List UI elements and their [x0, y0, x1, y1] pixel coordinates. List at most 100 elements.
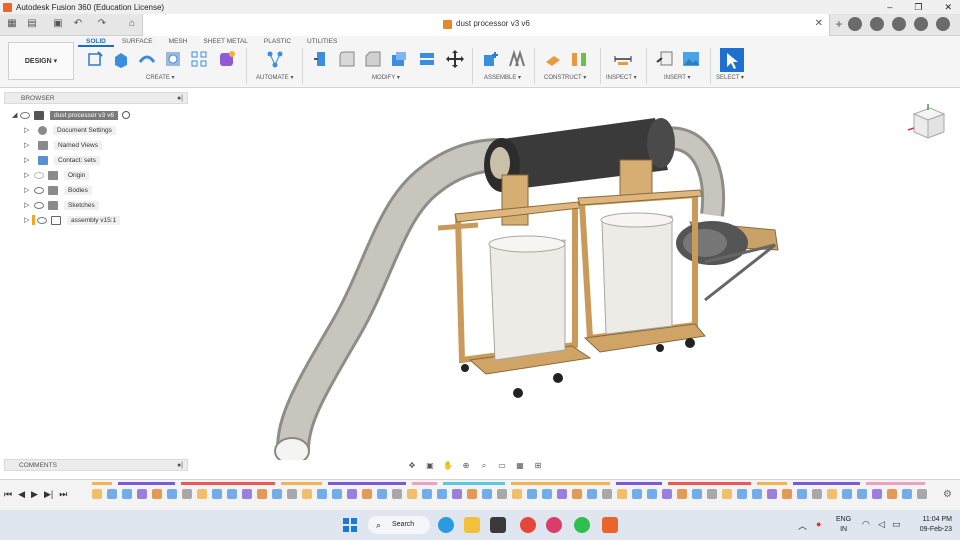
app-grid-icon[interactable]: ▦	[6, 18, 18, 30]
browser-item-contact-sets[interactable]: ▷ Contact: sets	[24, 154, 100, 166]
expand-arrow-icon[interactable]: ▷	[24, 171, 32, 179]
file-explorer-icon[interactable]	[464, 517, 480, 533]
timeline-feature[interactable]	[227, 489, 237, 499]
visibility-eye-icon[interactable]	[37, 216, 47, 224]
avatar[interactable]	[936, 17, 950, 31]
tab-solid[interactable]: SOLID	[78, 37, 114, 47]
extensions-icon[interactable]	[848, 17, 862, 31]
notifications-icon[interactable]	[892, 17, 906, 31]
expand-arrow-icon[interactable]: ▷	[24, 216, 32, 224]
battery-icon[interactable]: ▭	[892, 519, 901, 530]
help-icon[interactable]	[914, 17, 928, 31]
modify-menu[interactable]: MODIFY ▾	[372, 74, 400, 81]
timeline-feature[interactable]	[902, 489, 912, 499]
terminal-icon[interactable]	[490, 517, 506, 533]
browser-item-named-views[interactable]: ▷ Named Views	[24, 139, 102, 151]
shell-icon[interactable]	[390, 50, 408, 68]
timeline-feature[interactable]	[812, 489, 822, 499]
document-tab[interactable]: dust processor v3 v6 ✕	[142, 14, 830, 36]
pan-icon[interactable]: ✋	[441, 461, 455, 471]
select-icon[interactable]	[720, 48, 744, 72]
assemble-menu[interactable]: ASSEMBLE ▾	[484, 74, 521, 81]
timeline-feature[interactable]	[512, 489, 522, 499]
form-icon[interactable]	[218, 50, 236, 68]
taskbar-search[interactable]: ⌕ Search	[368, 516, 430, 534]
revolve-icon[interactable]	[138, 50, 156, 68]
new-tab-icon[interactable]: +	[832, 17, 846, 31]
display-settings-icon[interactable]: ▭	[495, 461, 509, 471]
insert-canvas-icon[interactable]	[682, 50, 700, 68]
grid-settings-icon[interactable]: ▦	[513, 461, 527, 471]
visibility-eye-icon[interactable]	[34, 186, 44, 194]
insert-menu[interactable]: INSERT ▾	[664, 74, 690, 81]
timeline-feature[interactable]	[347, 489, 357, 499]
timeline-feature[interactable]	[737, 489, 747, 499]
timeline-feature[interactable]	[782, 489, 792, 499]
new-component-icon[interactable]	[482, 50, 500, 68]
expand-arrow-icon[interactable]: ▷	[24, 186, 32, 194]
timeline-feature[interactable]	[407, 489, 417, 499]
browser-pin-icon[interactable]: ●|	[177, 93, 183, 104]
timeline-feature[interactable]	[182, 489, 192, 499]
browser-item-document-settings[interactable]: ▷ Document Settings	[24, 124, 116, 136]
minimize-icon[interactable]: –	[887, 0, 892, 14]
timeline-feature[interactable]	[302, 489, 312, 499]
joint-icon[interactable]	[508, 50, 526, 68]
timeline-feature[interactable]	[872, 489, 882, 499]
timeline-feature[interactable]	[677, 489, 687, 499]
tab-sheet-metal[interactable]: SHEET METAL	[195, 37, 256, 47]
hole-icon[interactable]	[164, 50, 182, 68]
close-tab-icon[interactable]: ✕	[815, 18, 823, 29]
whatsapp-icon[interactable]	[574, 517, 590, 533]
timeline-feature[interactable]	[647, 489, 657, 499]
timeline-feature[interactable]	[212, 489, 222, 499]
tab-surface[interactable]: SURFACE	[114, 37, 161, 47]
maximize-icon[interactable]: ❐	[914, 0, 922, 14]
show-hidden-icons-icon[interactable]: ︿	[798, 519, 807, 532]
windows-start-icon[interactable]	[343, 518, 357, 532]
comments-panel-header[interactable]: COMMENTS ●|	[4, 459, 188, 471]
timeline-feature[interactable]	[452, 489, 462, 499]
expand-arrow-icon[interactable]: ▷	[24, 126, 32, 134]
timeline-feature[interactable]	[632, 489, 642, 499]
timeline-feature[interactable]	[242, 489, 252, 499]
go-to-start-icon[interactable]: ⏮	[4, 489, 12, 500]
timeline-feature[interactable]	[137, 489, 147, 499]
visibility-eye-icon[interactable]	[20, 111, 30, 119]
expand-arrow-icon[interactable]: ▷	[24, 156, 32, 164]
browser-panel-header[interactable]: BROWSER ●|	[4, 92, 188, 104]
workspace-switcher[interactable]: DESIGN ▾	[8, 42, 74, 80]
dust-processor-model[interactable]	[190, 88, 960, 465]
zoom-icon[interactable]: ⊕	[459, 461, 473, 471]
language-indicator[interactable]: ENG IN	[836, 515, 851, 535]
timeline-settings-icon[interactable]: ⚙	[943, 489, 952, 500]
timeline-feature[interactable]	[842, 489, 852, 499]
collapse-arrow-icon[interactable]: ◢	[12, 111, 20, 119]
pattern-icon[interactable]	[190, 50, 208, 68]
browser-item-bodies[interactable]: ▷ Bodies	[24, 184, 92, 196]
move-copy-icon[interactable]	[446, 50, 464, 68]
timeline-feature[interactable]	[827, 489, 837, 499]
timeline-feature[interactable]	[122, 489, 132, 499]
timeline-feature[interactable]	[482, 489, 492, 499]
close-icon[interactable]: ✕	[944, 0, 952, 14]
create-menu[interactable]: CREATE ▾	[146, 74, 175, 81]
timeline-feature[interactable]	[167, 489, 177, 499]
chamfer-icon[interactable]	[364, 50, 382, 68]
timeline-feature[interactable]	[437, 489, 447, 499]
timeline-feature[interactable]	[392, 489, 402, 499]
timeline-feature[interactable]	[317, 489, 327, 499]
fusion-taskbar-icon[interactable]	[602, 517, 618, 533]
job-status-icon[interactable]	[870, 17, 884, 31]
offset-plane-icon[interactable]	[544, 50, 562, 68]
expand-arrow-icon[interactable]: ▷	[24, 141, 32, 149]
visibility-eye-icon[interactable]	[34, 171, 44, 179]
select-menu[interactable]: SELECT ▾	[716, 74, 744, 81]
timeline-feature[interactable]	[797, 489, 807, 499]
timeline-feature[interactable]	[92, 489, 102, 499]
fit-icon[interactable]: ⌕	[477, 461, 491, 471]
step-forward-icon[interactable]: ▶|	[44, 489, 53, 500]
browser-item-sketches[interactable]: ▷ Sketches	[24, 199, 99, 211]
timeline-feature[interactable]	[857, 489, 867, 499]
home-icon[interactable]: ⌂	[126, 18, 138, 30]
